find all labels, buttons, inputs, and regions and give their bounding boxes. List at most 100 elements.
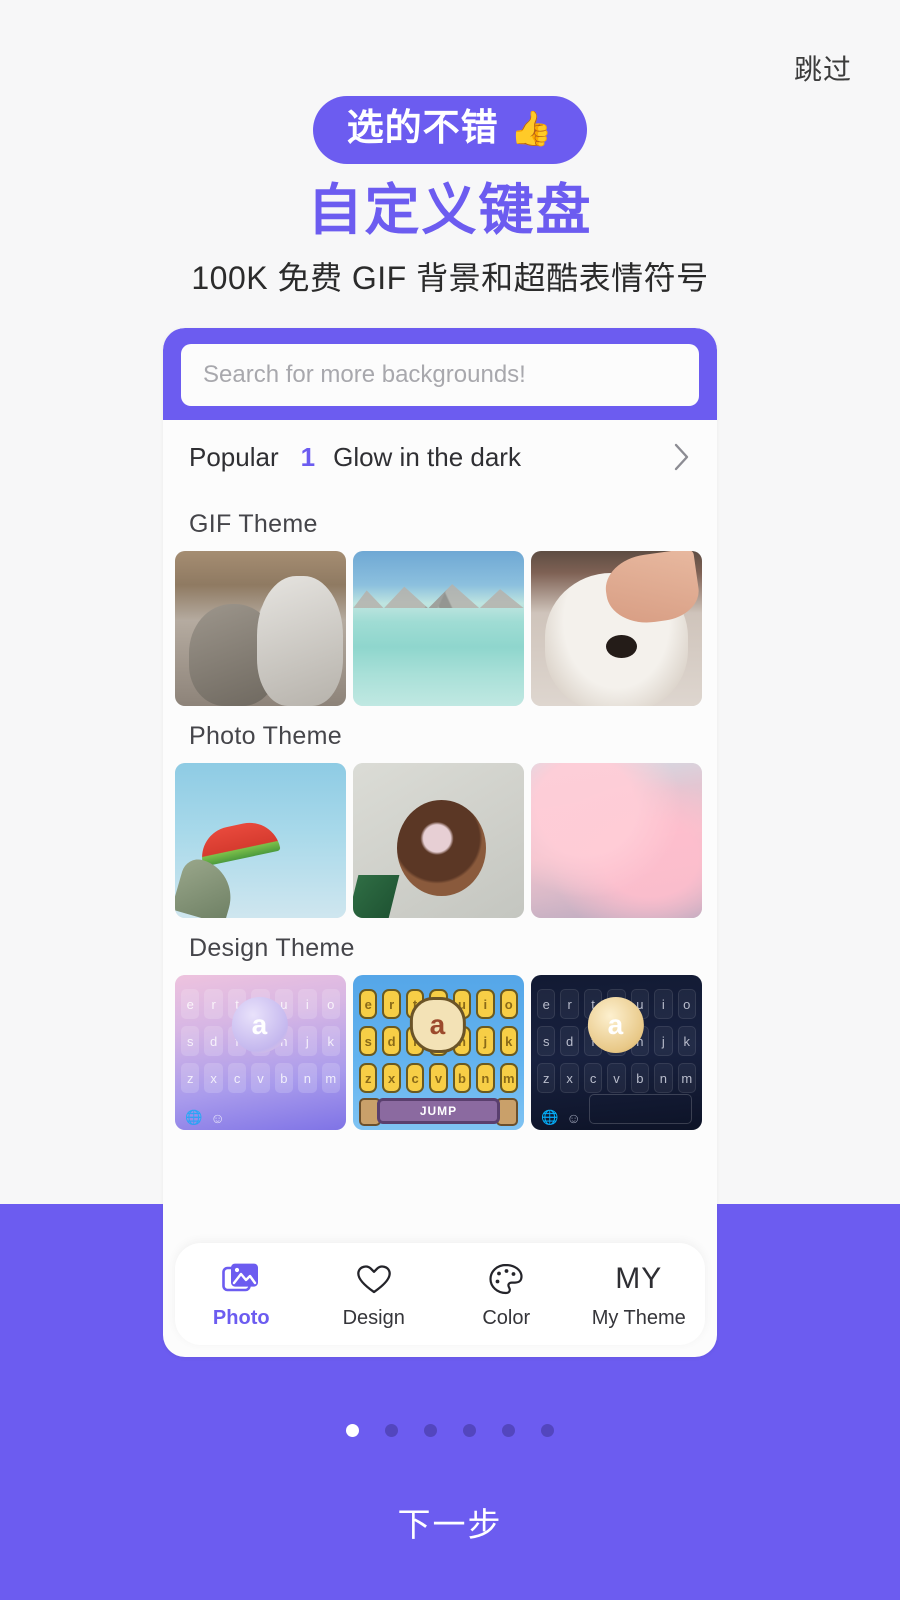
onboarding-screen: 跳过 选的不错 👍 自定义键盘 100K 免费 GIF 背景和超酷表情符号 Po… xyxy=(0,0,900,1600)
keyboard-key: x xyxy=(560,1063,579,1093)
keyboard-key: d xyxy=(382,1026,401,1056)
section-title: GIF Theme xyxy=(189,510,318,538)
headline-block: 选的不错 👍 自定义键盘 100K 免费 GIF 背景和超酷表情符号 xyxy=(0,96,900,299)
page-title: 自定义键盘 xyxy=(307,178,593,241)
section-gif-theme: GIF Theme xyxy=(163,494,717,706)
phone-preview-card: Popular 1 Glow in the dark GIF Theme Pho… xyxy=(163,328,717,1357)
section-title: Design Theme xyxy=(189,934,355,962)
keyboard-key: v xyxy=(607,1063,626,1093)
spacebar-key xyxy=(589,1094,692,1124)
keyboard-key: c xyxy=(583,1063,603,1093)
hand-overlay xyxy=(601,551,702,629)
dark-night-keyboard[interactable]: ertyuio sdfghjk zxcvbnm a 🌐 ☺ xyxy=(531,975,702,1130)
next-button[interactable]: 下一步 xyxy=(0,1498,900,1546)
keyboard-key: r xyxy=(560,989,579,1019)
section-photo-theme: Photo Theme xyxy=(163,706,717,918)
globe-icon: 🌐 xyxy=(185,1109,203,1125)
nav-item-color[interactable]: Color xyxy=(450,1259,562,1330)
keyboard-key: j xyxy=(476,1026,495,1056)
keyboard-row-3: zxcvbnm xyxy=(537,1063,696,1093)
keyboard-key: r xyxy=(382,989,401,1019)
section-design-theme: Design Theme ertyuio sdfghjk zxcvbnm a 🌐… xyxy=(163,918,717,1130)
popular-number: 1 xyxy=(300,441,316,472)
palette-icon xyxy=(487,1259,525,1299)
keyboard-key: b xyxy=(452,1063,472,1093)
keyboard-key: k xyxy=(321,1026,340,1056)
popular-row[interactable]: Popular 1 Glow in the dark xyxy=(163,420,717,494)
jump-bar: JUMP xyxy=(376,1098,501,1124)
keyboard-key: z xyxy=(359,1063,378,1093)
keyboard-key: n xyxy=(476,1063,495,1093)
key-bubble: a xyxy=(409,997,466,1053)
page-dot[interactable] xyxy=(541,1424,554,1437)
popular-label: Popular xyxy=(189,441,279,472)
keyboard-key: o xyxy=(677,989,696,1019)
pixel-game-keyboard[interactable]: ertyuio sdfghjk zxcvbnm a JUMP xyxy=(353,975,524,1130)
nav-item-photo[interactable]: Photo xyxy=(185,1259,297,1330)
keyboard-key: e xyxy=(359,989,378,1019)
keyboard-key: d xyxy=(204,1026,223,1056)
keyboard-key: e xyxy=(537,989,556,1019)
keyboard-key: m xyxy=(321,1063,340,1093)
petted-samoyed-gif[interactable] xyxy=(531,551,702,706)
keyboard-key: v xyxy=(429,1063,448,1093)
keyboard-row-3: zxcvbnm xyxy=(181,1063,340,1093)
thumbs-up-icon: 👍 xyxy=(509,110,554,148)
nav-item-design[interactable]: Design xyxy=(318,1259,430,1330)
my-text-icon: MY xyxy=(615,1259,662,1299)
chevron-right-icon[interactable] xyxy=(673,442,691,472)
nav-label: Color xyxy=(482,1306,531,1329)
keyboard-key: z xyxy=(181,1063,200,1093)
overwater-bungalow-gif[interactable] xyxy=(353,551,524,706)
page-dot[interactable] xyxy=(463,1424,476,1437)
keyboard-row-3: zxcvbnm xyxy=(359,1063,518,1093)
nav-label: Photo xyxy=(212,1306,270,1329)
purple-gradient-keyboard[interactable]: ertyuio sdfghjk zxcvbnm a 🌐 ☺ xyxy=(175,975,346,1130)
search-input[interactable] xyxy=(181,344,699,406)
badge-pill: 选的不错 👍 xyxy=(312,96,588,164)
nav-label: Design xyxy=(342,1306,405,1329)
key-bubble: a xyxy=(231,997,288,1053)
keyboard-key: s xyxy=(181,1026,200,1056)
my-glyph: MY xyxy=(615,1261,663,1295)
keyboard-key: e xyxy=(181,989,200,1019)
thumb-row xyxy=(163,551,717,706)
keyboard-key: o xyxy=(321,989,340,1019)
page-dot[interactable] xyxy=(346,1424,359,1437)
key-bubble: a xyxy=(587,997,644,1053)
skip-button[interactable]: 跳过 xyxy=(794,48,852,88)
keyboard-key: r xyxy=(204,989,223,1019)
pink-clouds-photo[interactable] xyxy=(531,763,702,918)
badge-text: 选的不错 xyxy=(346,107,499,148)
keyboard-key: k xyxy=(677,1026,696,1056)
globe-icon: 🌐 xyxy=(541,1109,559,1125)
emoji-icon: ☺ xyxy=(566,1109,581,1126)
keyboard-key: k xyxy=(499,1026,518,1056)
keyboard-key: b xyxy=(274,1063,294,1093)
keyboard-key: d xyxy=(560,1026,579,1056)
page-dot[interactable] xyxy=(424,1424,437,1437)
thumb-row xyxy=(163,763,717,918)
search-band xyxy=(163,328,717,420)
emoji-icon: ☺ xyxy=(210,1109,225,1126)
page-indicator-dots xyxy=(0,1424,900,1437)
bottom-navigation: Photo Design Color MY My Theme xyxy=(175,1243,705,1345)
page-dot[interactable] xyxy=(502,1424,515,1437)
page-dot[interactable] xyxy=(385,1424,398,1437)
thumb-row: ertyuio sdfghjk zxcvbnm a 🌐 ☺ xyxy=(163,975,717,1130)
keyboard-key: i xyxy=(654,989,673,1019)
watermelon-sky-photo[interactable] xyxy=(175,763,346,918)
keyboard-key: m xyxy=(677,1063,696,1093)
page-subtitle: 100K 免费 GIF 背景和超酷表情符号 xyxy=(191,260,709,297)
popular-item-text: Glow in the dark xyxy=(333,441,521,472)
photo-stack-icon xyxy=(222,1259,260,1299)
keyboard-key: z xyxy=(537,1063,556,1093)
keyboard-key: j xyxy=(298,1026,317,1056)
two-kittens-gif[interactable] xyxy=(175,551,346,706)
keyboard-key: i xyxy=(476,989,495,1019)
ice-cream-sundae-photo[interactable] xyxy=(353,763,524,918)
keyboard-key: s xyxy=(359,1026,378,1056)
keyboard-key: s xyxy=(537,1026,556,1056)
section-title: Photo Theme xyxy=(189,722,342,750)
nav-item-my-theme[interactable]: MY My Theme xyxy=(583,1259,695,1330)
